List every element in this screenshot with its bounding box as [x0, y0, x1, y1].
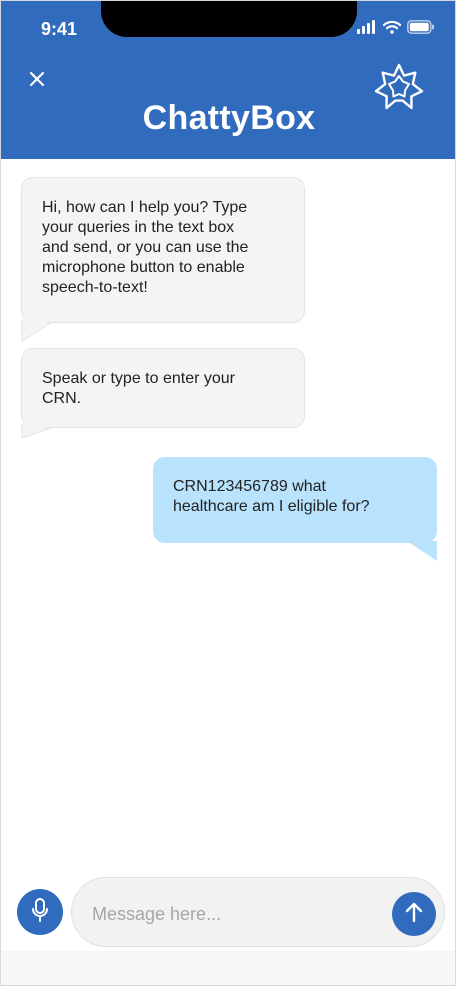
status-time: 9:41: [41, 19, 78, 39]
user-message: CRN123456789 what healthcare am I eligib…: [153, 457, 437, 543]
device-notch: [101, 1, 357, 37]
message-text: CRN123456789 what healthcare am I eligib…: [173, 478, 370, 515]
signal-icon: [357, 20, 377, 39]
battery-icon: [407, 20, 435, 39]
bot-message-tail: [21, 424, 52, 439]
app-header: 9:41 ChattyBox: [1, 1, 455, 159]
close-icon: [29, 71, 45, 92]
home-indicator-area: [1, 951, 455, 985]
app-title: ChattyBox: [142, 99, 316, 137]
send-arrow-icon: [405, 901, 423, 928]
message-text: Speak or type to enter your CRN.: [42, 370, 235, 407]
microphone-button[interactable]: [17, 889, 63, 935]
bot-message: Speak or type to enter your CRN.: [21, 348, 305, 428]
message-text: Hi, how can I help you? Type your querie…: [42, 199, 249, 296]
bot-message-tail: [21, 319, 52, 342]
close-button[interactable]: [23, 67, 51, 95]
status-icons: [357, 20, 435, 39]
message-composer: [71, 877, 445, 947]
microphone-icon: [30, 897, 50, 928]
message-input[interactable]: [90, 896, 384, 932]
user-message-tail: [407, 541, 437, 561]
wifi-icon: [382, 20, 402, 39]
bot-message: Hi, how can I help you? Type your querie…: [21, 177, 305, 323]
chat-screen: 9:41 ChattyBox Hi, how can I help you? T…: [0, 0, 456, 986]
send-button[interactable]: [392, 892, 436, 936]
